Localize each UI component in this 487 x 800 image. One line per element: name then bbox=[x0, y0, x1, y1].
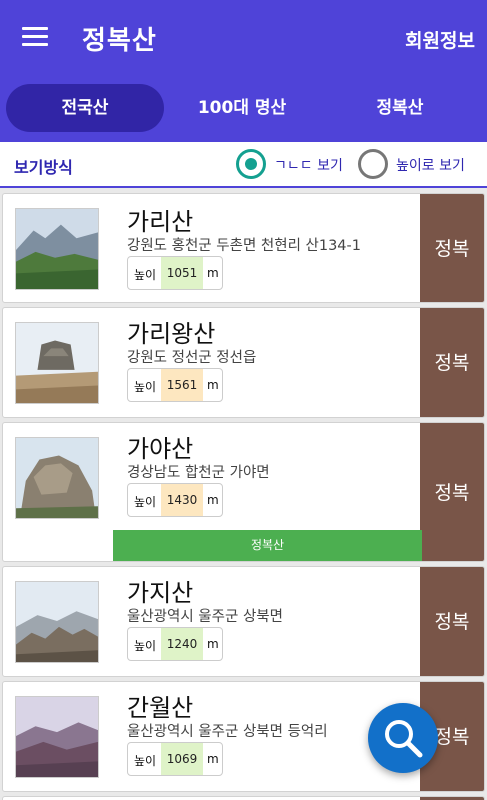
height-label: 높이 bbox=[134, 495, 157, 509]
sort-alphabetical-label[interactable]: ㄱㄴㄷ 보기 bbox=[274, 155, 343, 175]
conquer-button[interactable]: 정복 bbox=[420, 423, 484, 561]
page-title: 정복산 bbox=[82, 26, 157, 56]
mountain-photo bbox=[15, 437, 99, 519]
height-box: 높이 1561 m bbox=[127, 368, 223, 402]
mountain-photo bbox=[15, 581, 99, 663]
view-mode-bar: 보기방식 ㄱㄴㄷ 보기 높이로 보기 bbox=[0, 142, 487, 188]
mountain-card[interactable]: 가리산 강원도 홍천군 두촌면 천현리 산134-1 높이 1051 m 정복 bbox=[2, 193, 485, 303]
mountain-name: 가야산 bbox=[127, 435, 194, 463]
view-mode-label: 보기방식 bbox=[14, 158, 73, 177]
height-label: 높이 bbox=[134, 639, 157, 653]
conquer-button[interactable]: 정복 bbox=[420, 194, 484, 302]
conquered-status-bar: 정복산 bbox=[113, 530, 422, 561]
height-box: 높이 1430 m bbox=[127, 483, 223, 517]
height-value: 1430 bbox=[161, 484, 203, 516]
height-value: 1069 bbox=[161, 743, 203, 775]
height-label: 높이 bbox=[134, 754, 157, 768]
mountain-address: 울산광역시 울주군 상북면 bbox=[127, 609, 283, 625]
mountain-address: 강원도 정선군 정선읍 bbox=[127, 350, 257, 366]
height-box: 높이 1051 m bbox=[127, 256, 223, 290]
height-box: 높이 1240 m bbox=[127, 627, 223, 661]
tab-bar: 전국산 100대 명산 정복산 bbox=[0, 78, 487, 142]
hamburger-menu-icon[interactable] bbox=[22, 26, 52, 48]
height-unit: m bbox=[207, 752, 219, 766]
sort-height-label[interactable]: 높이로 보기 bbox=[396, 155, 465, 175]
height-box: 높이 1069 m bbox=[127, 742, 223, 776]
mountain-name: 가지산 bbox=[127, 579, 194, 607]
height-unit: m bbox=[207, 266, 219, 280]
sort-height-radio[interactable] bbox=[358, 149, 388, 179]
mountain-name: 간월산 bbox=[127, 694, 194, 722]
tab-all-mountains[interactable]: 전국산 bbox=[6, 84, 164, 132]
mountain-photo bbox=[15, 322, 99, 404]
tab-top100-mountains[interactable]: 100대 명산 bbox=[168, 84, 316, 132]
member-info-button[interactable]: 회원정보 bbox=[405, 26, 475, 53]
height-unit: m bbox=[207, 378, 219, 392]
conquer-button[interactable]: 정복 bbox=[420, 567, 484, 676]
mountain-photo bbox=[15, 696, 99, 778]
height-label: 높이 bbox=[134, 380, 157, 394]
search-icon bbox=[385, 720, 423, 758]
mountain-photo bbox=[15, 208, 99, 290]
conquer-button[interactable]: 정복 bbox=[420, 308, 484, 417]
tab-conquered-mountains[interactable]: 정복산 bbox=[320, 84, 480, 132]
height-value: 1240 bbox=[161, 628, 203, 660]
mountain-card[interactable]: 가지산 울산광역시 울주군 상북면 높이 1240 m 정복 bbox=[2, 566, 485, 677]
mountain-address: 경상남도 합천군 가야면 bbox=[127, 465, 270, 481]
height-value: 1561 bbox=[161, 369, 203, 401]
sort-alphabetical-radio[interactable] bbox=[236, 149, 266, 179]
mountain-card[interactable]: 가야산 경상남도 합천군 가야면 높이 1430 m 정복 정복산 bbox=[2, 422, 485, 562]
height-label: 높이 bbox=[134, 268, 157, 282]
height-value: 1051 bbox=[161, 257, 203, 289]
search-fab-button[interactable] bbox=[368, 703, 438, 773]
mountain-address: 강원도 홍천군 두촌면 천현리 산134-1 bbox=[127, 238, 361, 254]
mountain-card[interactable] bbox=[2, 796, 485, 800]
mountain-card[interactable]: 가리왕산 강원도 정선군 정선읍 높이 1561 m 정복 bbox=[2, 307, 485, 418]
mountain-address: 울산광역시 울주군 상북면 등억리 bbox=[127, 724, 328, 740]
mountain-name: 가리왕산 bbox=[127, 320, 216, 348]
mountain-name: 가리산 bbox=[127, 208, 194, 236]
height-unit: m bbox=[207, 493, 219, 507]
app-bar: 정복산 회원정보 bbox=[0, 0, 487, 78]
height-unit: m bbox=[207, 637, 219, 651]
